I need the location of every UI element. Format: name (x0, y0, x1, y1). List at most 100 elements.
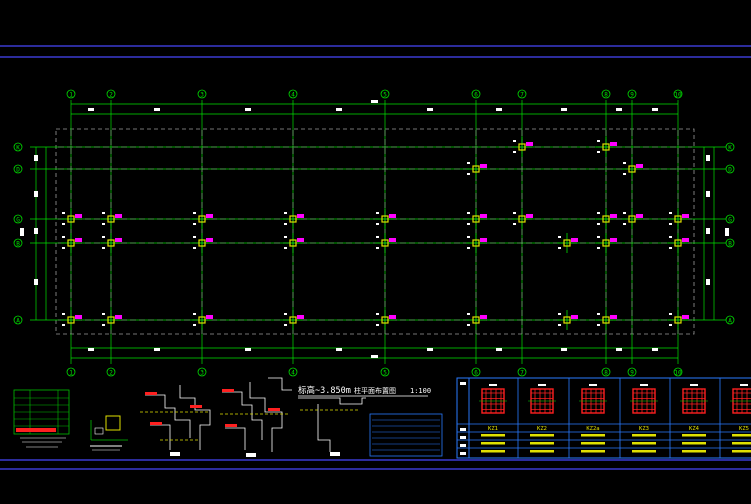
column-dim-a (513, 212, 516, 214)
axis-bubble-B-right: B (725, 238, 735, 248)
schedule-cell-KZ1: KZ1 (479, 384, 507, 453)
column-6 (192, 209, 213, 229)
column-dim-a (62, 212, 65, 214)
drawing-title-block: 标高~3.850m 柱平面布置图 1:100 (298, 385, 431, 397)
column-dim-a (62, 236, 65, 238)
dim-text-top-8 (652, 108, 658, 111)
column-dim-a (558, 236, 561, 238)
dim-text-left-1 (34, 191, 38, 197)
axis-label: 6 (474, 370, 478, 377)
column-dim-b (376, 223, 379, 225)
dim-text-top-6 (561, 108, 567, 111)
column-dim-a (597, 313, 600, 315)
column-tag (206, 315, 213, 319)
axis-label: 4 (291, 92, 295, 99)
dim-text-top-3 (336, 108, 342, 111)
schedule-spec-2 (581, 450, 605, 453)
axis-label: 5 (383, 92, 387, 99)
column-20 (668, 310, 689, 330)
axis-label: D (16, 167, 20, 174)
axis-bubble-5-top: 5 (380, 89, 390, 99)
schedule-spec-1 (682, 442, 706, 445)
column-tag (115, 214, 122, 218)
axis-bubble-8-bottom: 8 (601, 367, 611, 377)
column-dim-a (376, 212, 379, 214)
dim-text-bottom-4 (427, 348, 433, 351)
column-1 (61, 233, 82, 253)
column-8 (192, 310, 213, 330)
axis-label: 9 (630, 92, 634, 99)
dim-text-bottom-6 (561, 348, 567, 351)
column-tag (389, 214, 396, 218)
column-detail-small (90, 415, 128, 451)
axis-bubble-8-top: 8 (601, 89, 611, 99)
axis-bubble-3-bottom: 3 (197, 367, 207, 377)
column-dim-a (623, 212, 626, 214)
column-dim-b (467, 247, 470, 249)
section-dim (640, 384, 648, 386)
column-tag (480, 315, 487, 319)
dim-total-top (371, 100, 378, 103)
dim-text-left-2 (34, 228, 38, 234)
section-3-tag (330, 452, 340, 456)
drawing-subtitle: 柱平面布置图 (354, 386, 396, 395)
axis-bubble-9-bottom: 9 (627, 367, 637, 377)
schedule-cell-KZ2: KZ2 (528, 384, 556, 453)
drawing-title: 标高~3.850m (298, 385, 351, 396)
section-detail-3 (298, 397, 366, 452)
schedule-spec-1 (632, 442, 656, 445)
schedule-spec-1 (530, 442, 554, 445)
schedule-spec-0 (581, 434, 605, 437)
schedule-header-text: KZ1 (488, 426, 498, 432)
axis-label: K (16, 145, 20, 152)
column-13 (375, 233, 396, 253)
dim-text-left-0 (34, 155, 38, 161)
axis-bubble-K-left: K (13, 142, 23, 152)
column-tag (297, 238, 304, 242)
section-dim (740, 384, 748, 386)
column-dim-b (558, 324, 561, 326)
column-31 (596, 137, 617, 157)
column-tag (206, 214, 213, 218)
column-dim-b (467, 223, 470, 225)
column-26 (557, 310, 578, 330)
column-dim-a (376, 236, 379, 238)
column-tag (636, 214, 643, 218)
column-dim-b (284, 247, 287, 249)
column-2 (61, 310, 82, 330)
column-tag (571, 315, 578, 319)
column-dim-a (284, 212, 287, 214)
column-tag (682, 214, 689, 218)
axis-bubble-10-bottom: 10 (673, 367, 683, 377)
building-outline (55, 128, 695, 335)
sheet-frame (0, 45, 751, 470)
column-12 (375, 209, 396, 229)
section-dim (489, 384, 497, 386)
dim-text-bottom-5 (496, 348, 502, 351)
column-dim-a (597, 236, 600, 238)
axis-bubble-9-top: 9 (627, 89, 637, 99)
schedule-header-text: KZ2 (537, 426, 547, 432)
column-dim-b (102, 247, 105, 249)
column-dim-b (513, 223, 516, 225)
axis-label-layer: 1 1 2 2 3 3 4 4 5 5 6 6 7 7 8 8 9 9 10 10 K K D D G G B B A A (13, 89, 735, 377)
column-10 (283, 233, 304, 253)
column-dim-a (193, 212, 196, 214)
axis-label: G (16, 217, 20, 224)
column-schedule-table: KZ1 KZ2 KZ2a KZ3 KZ4 KZ5 (456, 377, 751, 459)
column-tag (75, 214, 82, 218)
axis-label: 6 (474, 92, 478, 99)
axis-bubble-4-bottom: 4 (288, 367, 298, 377)
schedule-header-text: KZ3 (639, 426, 649, 432)
column-dim-b (284, 223, 287, 225)
column-29 (622, 159, 643, 179)
schedule-cell-KZ3: KZ3 (630, 384, 658, 453)
table-rowhead-text-1 (460, 428, 466, 431)
axis-bubble-3-top: 3 (197, 89, 207, 99)
column-16 (466, 233, 487, 253)
dim-text-top-5 (496, 108, 502, 111)
column-dim-b (193, 324, 196, 326)
column-dim-b (376, 247, 379, 249)
section-dim (538, 384, 546, 386)
column-dim-a (284, 313, 287, 315)
